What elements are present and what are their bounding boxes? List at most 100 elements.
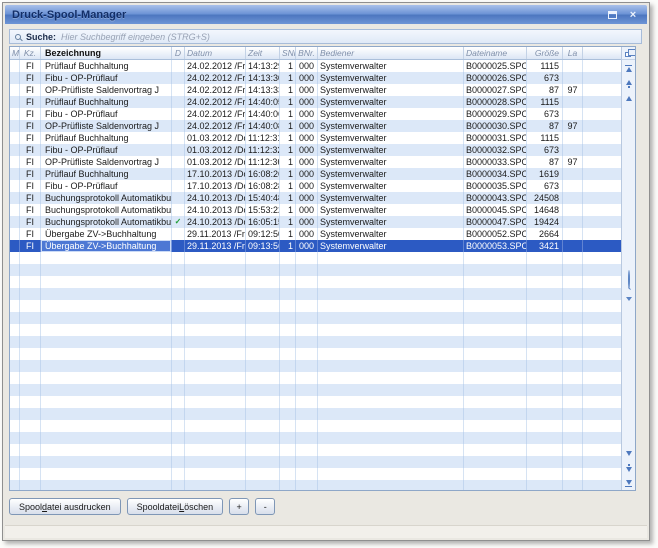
table-body: FI Prüflauf Buchhaltung 24.02.2012 /Fr 1…: [10, 60, 621, 491]
column-header-d[interactable]: D: [172, 47, 185, 59]
search-placeholder: Hier Suchbegriff eingeben (STRG+S): [61, 32, 210, 42]
empty-row: [10, 288, 621, 300]
printed-check-cell: [172, 312, 185, 324]
table-row[interactable]: FI OP-Prüfliste Saldenvortrag J 24.02.20…: [10, 84, 621, 96]
row-up-button[interactable]: [626, 96, 632, 101]
printed-check-cell: [172, 228, 185, 240]
column-header-bediener[interactable]: Bediener: [318, 47, 464, 59]
printed-check-cell: [172, 348, 185, 360]
delete-label-post: öschen: [184, 502, 213, 512]
printed-check-cell: [172, 420, 185, 432]
empty-row: [10, 444, 621, 456]
table-row[interactable]: FI Buchungsprotokoll Automatikbuc ✓ 24.1…: [10, 216, 621, 228]
scroll-to-bottom-button[interactable]: [625, 480, 632, 487]
table-row[interactable]: FI Übergabe ZV->Buchhaltung 29.11.2013 /…: [10, 240, 621, 252]
empty-row: [10, 396, 621, 408]
column-header-bnr[interactable]: BNr.: [296, 47, 318, 59]
empty-row: [10, 372, 621, 384]
table-row[interactable]: FI OP-Prüfliste Saldenvortrag J 24.02.20…: [10, 120, 621, 132]
empty-row: [10, 432, 621, 444]
table-row[interactable]: FI Prüflauf Buchhaltung 01.03.2012 /Do 1…: [10, 132, 621, 144]
row-down-button[interactable]: [626, 451, 632, 456]
printed-check-cell: [172, 264, 185, 276]
empty-row: [10, 468, 621, 480]
print-spool-button[interactable]: Spooldatei ausdrucken: [9, 498, 121, 515]
column-header-kz[interactable]: Kz.: [20, 47, 41, 59]
printed-check-cell: [172, 432, 185, 444]
printed-check-cell: [172, 108, 185, 120]
printed-check-cell: [172, 96, 185, 108]
delete-spool-button[interactable]: Spooldatei Löschen: [127, 498, 224, 515]
printed-check-cell: [172, 168, 185, 180]
column-header-snr[interactable]: SNr.: [280, 47, 296, 59]
arrow-top-icon: [626, 67, 632, 72]
table-row[interactable]: FI Prüflauf Buchhaltung 24.02.2012 /Fr 1…: [10, 60, 621, 72]
column-header-filler: [583, 47, 621, 59]
filter-icon: [626, 297, 632, 318]
search-label: Suche:: [26, 32, 56, 42]
search-icon: [628, 270, 630, 289]
search-input[interactable]: Suche: Hier Suchbegriff eingeben (STRG+S…: [9, 29, 642, 44]
table-row[interactable]: FI Fibu - OP-Prüflauf 01.03.2012 /Do 11:…: [10, 144, 621, 156]
printed-check-cell: [172, 360, 185, 372]
window-title: Druck-Spool-Manager: [12, 9, 126, 21]
filter-button[interactable]: [626, 301, 632, 319]
remove-button[interactable]: -: [255, 498, 275, 515]
table-row[interactable]: FI OP-Prüfliste Saldenvortrag J 01.03.20…: [10, 156, 621, 168]
printed-check-cell: [172, 276, 185, 288]
column-header-groesse[interactable]: Größe: [527, 47, 563, 59]
printed-check-cell: [172, 132, 185, 144]
empty-row: [10, 348, 621, 360]
table-row[interactable]: FI Fibu - OP-Prüflauf 17.10.2013 /Do 16:…: [10, 180, 621, 192]
printed-check-cell: [172, 396, 185, 408]
printed-check-cell: [172, 456, 185, 468]
empty-row: [10, 408, 621, 420]
column-header-la[interactable]: La: [563, 47, 583, 59]
arrow-down-icon: [626, 451, 632, 456]
table-row[interactable]: FI Prüflauf Buchhaltung 24.02.2012 /Fr 1…: [10, 96, 621, 108]
table-row[interactable]: FI Übergabe ZV->Buchhaltung 29.11.2013 /…: [10, 228, 621, 240]
printed-check-cell: [172, 372, 185, 384]
page-down-button[interactable]: [626, 464, 632, 472]
printed-check-cell: [172, 60, 185, 72]
printed-check-cell: [172, 84, 185, 96]
scroll-to-top-button[interactable]: [625, 65, 632, 72]
column-layout-button[interactable]: [626, 247, 632, 265]
close-button[interactable]: ×: [626, 8, 640, 21]
restore-button[interactable]: [605, 8, 619, 21]
table-row[interactable]: FI Buchungsprotokoll Automatikbuc 24.10.…: [10, 192, 621, 204]
table-row[interactable]: FI Buchungsprotokoll Automatikbuc 24.10.…: [10, 204, 621, 216]
table-row[interactable]: FI Fibu - OP-Prüflauf 24.02.2012 /Fr 14:…: [10, 72, 621, 84]
print-label-post: atei ausdrucken: [47, 502, 111, 512]
arrow-down-icon: [626, 467, 632, 472]
title-bar[interactable]: Druck-Spool-Manager ×: [5, 5, 647, 24]
scroll-nav-top: [622, 60, 635, 101]
table-row[interactable]: FI Prüflauf Buchhaltung 17.10.2013 /Do 1…: [10, 168, 621, 180]
printed-check-cell: [172, 204, 185, 216]
printed-check-cell: [172, 156, 185, 168]
printed-check-cell: [172, 468, 185, 480]
add-button[interactable]: +: [229, 498, 249, 515]
empty-row: [10, 456, 621, 468]
column-header-bezeichnung[interactable]: Bezeichnung: [41, 47, 172, 59]
empty-row: [10, 324, 621, 336]
grid-search-button[interactable]: [628, 271, 630, 289]
column-header-datum[interactable]: Datum: [185, 47, 246, 59]
print-label-pre: Spool: [19, 502, 42, 512]
printed-check-cell: [172, 480, 185, 491]
column-header-zeit[interactable]: Zeit: [246, 47, 280, 59]
window-controls: ×: [605, 8, 640, 21]
footer-toolbar: Spooldatei ausdrucken Spooldatei Löschen…: [9, 498, 275, 515]
printed-check-cell: [172, 252, 185, 264]
column-chooser-button[interactable]: [622, 47, 635, 60]
grid-scroll-strip: [621, 47, 635, 490]
column-header-dateiname[interactable]: Dateiname: [464, 47, 527, 59]
column-header-m[interactable]: M: [10, 47, 20, 59]
printed-check-cell: [172, 444, 185, 456]
printed-check-cell: [172, 384, 185, 396]
copy-columns-icon: [625, 52, 631, 57]
table-row[interactable]: FI Fibu - OP-Prüflauf 24.02.2012 /Fr 14:…: [10, 108, 621, 120]
printed-check-cell: [172, 324, 185, 336]
empty-row: [10, 252, 621, 264]
page-up-button[interactable]: [626, 80, 632, 88]
